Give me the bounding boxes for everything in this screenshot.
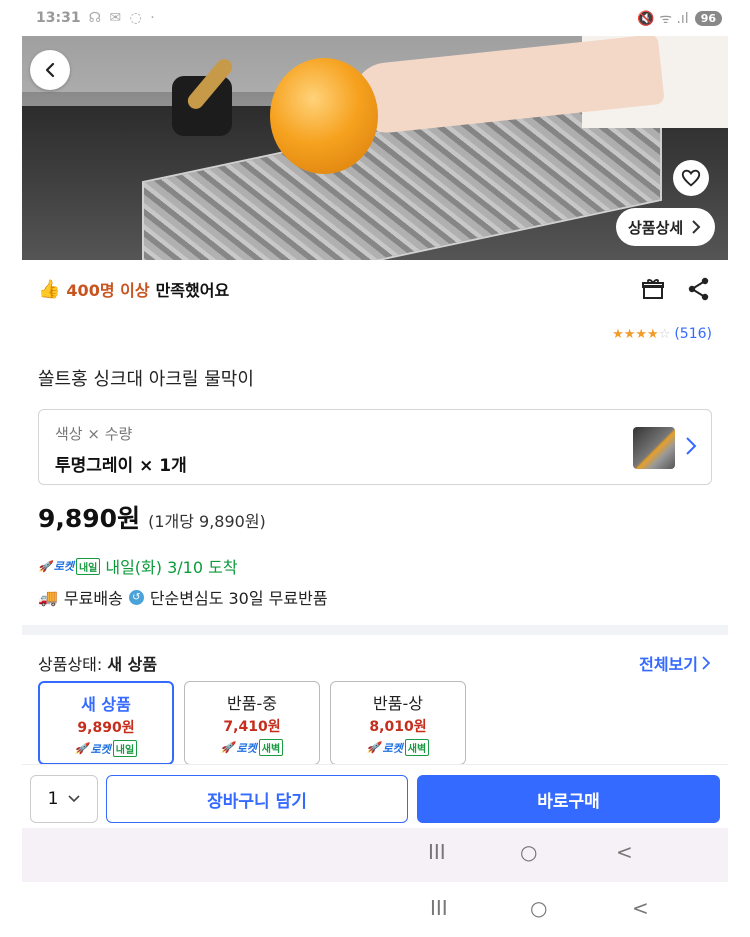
condition-label-prefix: 상품상태: (38, 655, 108, 674)
rocket-label: 로켓 (90, 742, 111, 756)
quantity-value: 1 (47, 789, 59, 809)
free-return-text: 단순변심도 30일 무료반품 (149, 589, 328, 608)
price-per-unit: (1개당 9,890원) (148, 512, 266, 531)
view-all-link[interactable]: 전체보기 (639, 651, 710, 675)
satisfaction-text: 만족했어요 (155, 281, 230, 300)
signal-icons: 🔇 ᯤ .ıl (637, 10, 689, 27)
price-block: 9,890원 (1개당 9,890원) (38, 499, 266, 535)
home-icon[interactable]: ○ (520, 840, 537, 864)
recent-apps-icon[interactable]: III (430, 896, 448, 920)
rocket-icon: 🚀 (38, 559, 52, 573)
condition-options: 새 상품 9,890원 🚀 로켓 내일 반품-중 7,410원 🚀 로켓 새벽 반품-상… (38, 681, 466, 765)
back-button[interactable] (30, 50, 70, 90)
rating[interactable]: ★★★★☆ (516) (612, 326, 712, 342)
delivery-eta: 🚀 로켓 내일 내일(화) 3/10 도착 (38, 554, 238, 578)
notification-icons: ☊ ✉ ◌ · (88, 10, 157, 26)
rocket-tag: 새벽 (258, 739, 284, 756)
condition-name: 반품-중 (227, 694, 277, 713)
product-hero-image[interactable]: 상품상세 (22, 36, 728, 260)
satisfaction-row: 👍 400명 이상 만족했어요 (38, 274, 229, 304)
rocket-badge: 🚀 로켓 내일 (38, 557, 101, 575)
review-count: (516) (674, 326, 712, 342)
product-detail-button[interactable]: 상품상세 (616, 208, 716, 246)
satisfaction-count: 400명 이상 (66, 281, 150, 300)
rocket-badge: 🚀 로켓 새벽 (366, 739, 430, 756)
chevron-left-icon (45, 62, 55, 78)
condition-price: 9,890원 (77, 720, 135, 736)
system-navigation-bar: III ○ < (0, 882, 750, 937)
status-time: 13:31 (36, 10, 81, 26)
rocket-tag: 새벽 (404, 739, 430, 756)
rocket-tag: 내일 (112, 740, 138, 757)
star-rating-icons: ★★★★☆ (612, 326, 671, 342)
gift-icon[interactable] (640, 276, 666, 302)
rocket-label: 로켓 (236, 741, 257, 755)
condition-name: 새 상품 (81, 695, 131, 714)
condition-label: 상품상태: 새 상품 (38, 651, 157, 675)
condition-card-return-mid[interactable]: 반품-중 7,410원 🚀 로켓 새벽 (184, 681, 320, 765)
option-thumbnail (633, 427, 675, 469)
frame-left (0, 0, 22, 937)
condition-current: 새 상품 (107, 655, 158, 674)
chevron-right-icon (702, 656, 710, 670)
buy-now-button[interactable]: 바로구매 (417, 775, 720, 823)
condition-card-return-top[interactable]: 반품-상 8,010원 🚀 로켓 새벽 (330, 681, 466, 765)
wishlist-button[interactable] (673, 160, 709, 196)
recent-apps-icon[interactable]: III (428, 840, 446, 864)
rocket-label: 로켓 (382, 741, 403, 755)
rocket-icon: 🚀 (220, 741, 235, 754)
status-bar: 13:31 ☊ ✉ ◌ · 🔇 ᯤ .ıl 96 (0, 0, 750, 36)
system-icons: 🔇 ᯤ .ıl 96 (637, 9, 722, 28)
rocket-icon: 🚀 (74, 742, 89, 755)
delivery-text: 내일(화) 3/10 도착 (105, 558, 238, 577)
chevron-right-icon (686, 437, 697, 455)
condition-name: 반품-상 (373, 694, 423, 713)
rocket-label: 로켓 (53, 560, 74, 573)
frame-right (728, 0, 750, 937)
view-all-label: 전체보기 (639, 655, 698, 674)
add-to-cart-button[interactable]: 장바구니 담기 (106, 775, 408, 823)
option-label: 색상 × 수량 (55, 425, 133, 443)
return-icon: ↺ (128, 589, 144, 605)
quantity-select[interactable]: 1 (30, 775, 98, 823)
condition-price: 7,410원 (223, 719, 281, 735)
condition-price: 8,010원 (369, 719, 427, 735)
product-detail-label: 상품상세 (628, 218, 684, 237)
option-value: 투명그레이 × 1개 (55, 456, 187, 476)
chevron-down-icon (68, 795, 80, 803)
battery-icon: 96 (694, 10, 722, 26)
rocket-icon: 🚀 (366, 741, 381, 754)
purchase-bar: 1 장바구니 담기 바로구매 (22, 764, 728, 828)
rocket-tag: 내일 (75, 557, 101, 575)
rocket-badge: 🚀 로켓 내일 (74, 740, 138, 757)
inner-navigation-bar: III ○ < (22, 828, 728, 882)
option-selector[interactable]: 색상 × 수량 투명그레이 × 1개 (38, 409, 712, 485)
free-shipping-text: 무료배송 (63, 589, 123, 608)
section-divider (22, 625, 728, 635)
share-icon[interactable] (686, 276, 712, 302)
rocket-badge: 🚀 로켓 새벽 (220, 739, 284, 756)
truck-icon: 🚚 (38, 587, 58, 607)
chevron-right-icon (692, 220, 701, 234)
shipping-info: 🚚 무료배송 ↺ 단순변심도 30일 무료반품 (38, 585, 328, 609)
price-main: 9,890원 (38, 504, 141, 533)
thumbs-up-icon: 👍 (38, 278, 61, 300)
back-nav-icon[interactable]: < (616, 840, 633, 864)
product-title: 쏠트홍 싱크대 아크릴 물막이 (38, 369, 254, 390)
app-screen: 상품상세 👍 400명 이상 만족했어요 ★★★★☆ (516) 쏠트홍 싱크대… (22, 36, 728, 882)
back-nav-icon[interactable]: < (632, 896, 649, 920)
condition-card-new[interactable]: 새 상품 9,890원 🚀 로켓 내일 (38, 681, 174, 765)
home-icon[interactable]: ○ (530, 896, 547, 920)
heart-icon (681, 169, 701, 187)
